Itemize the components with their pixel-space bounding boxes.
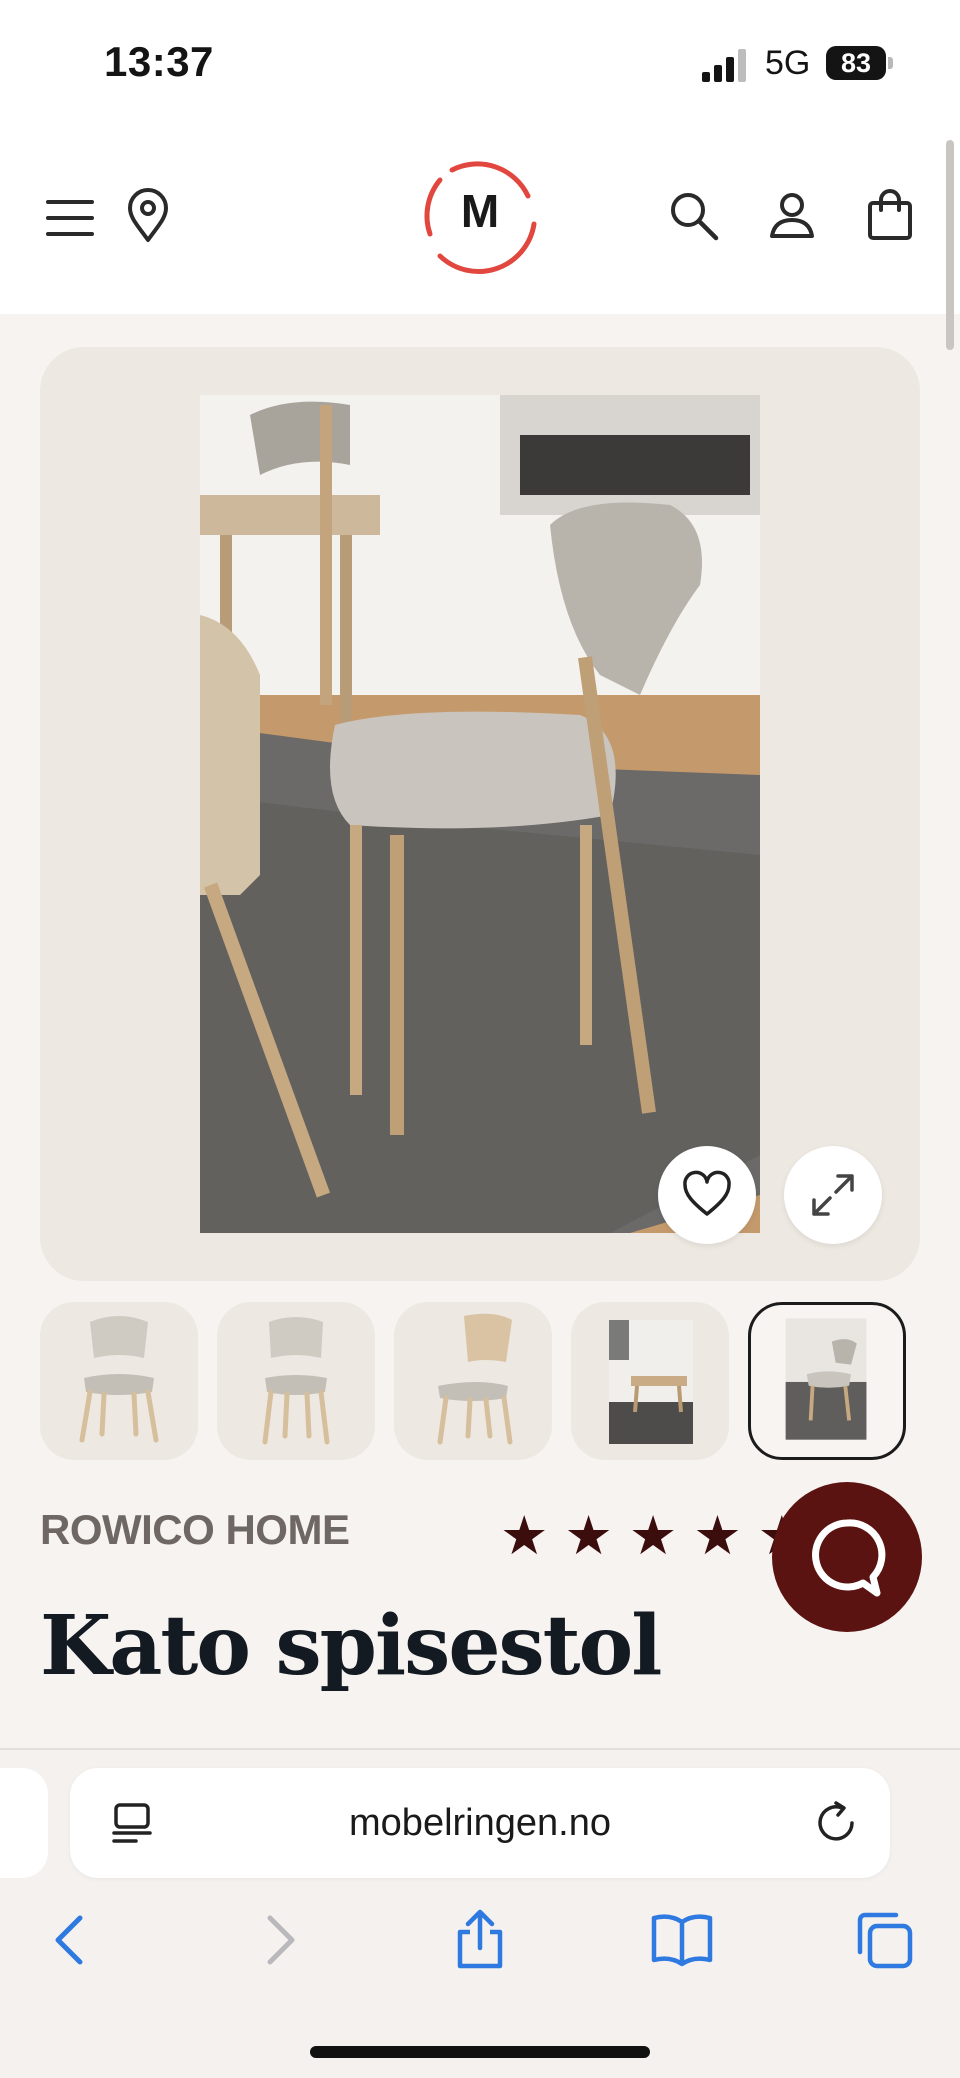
chair-photo-illustration xyxy=(200,395,760,1233)
thumbnail-4[interactable] xyxy=(571,1302,729,1460)
address-bar[interactable]: mobelringen.no xyxy=(70,1768,890,1878)
heart-icon xyxy=(683,1170,731,1216)
battery-level: 83 xyxy=(840,48,872,78)
chair-photo-thumbnail xyxy=(785,1318,867,1440)
share-icon[interactable] xyxy=(448,1908,512,1972)
status-time: 13:37 xyxy=(104,38,214,85)
reload-icon[interactable] xyxy=(812,1799,860,1847)
product-title: Kato spisestol xyxy=(40,1598,662,1694)
back-icon[interactable] xyxy=(40,1908,104,1972)
thumbnail-5[interactable] xyxy=(748,1302,906,1460)
expand-image-button[interactable] xyxy=(784,1146,882,1244)
menu-icon[interactable] xyxy=(42,190,98,246)
tabs-icon[interactable] xyxy=(852,1908,916,1972)
previous-tab-edge[interactable] xyxy=(0,1768,48,1878)
search-icon[interactable] xyxy=(666,188,722,244)
network-label: 5G xyxy=(765,44,811,82)
chair-front-thumbnail xyxy=(79,1316,159,1443)
site-header: M xyxy=(0,126,960,314)
signal-icon xyxy=(702,49,746,82)
user-icon[interactable] xyxy=(764,188,820,244)
thumbnail-1[interactable] xyxy=(40,1302,198,1460)
page-scrollbar[interactable] xyxy=(946,140,954,350)
status-bar: 13:37 5G 83 xyxy=(0,0,960,126)
site-logo[interactable]: M xyxy=(418,152,542,276)
product-photo[interactable] xyxy=(200,395,760,1233)
battery-icon: 83 xyxy=(826,46,894,80)
chat-button[interactable] xyxy=(772,1482,922,1632)
room-thumbnail xyxy=(609,1320,693,1444)
location-pin-icon[interactable] xyxy=(120,188,176,244)
url-text[interactable]: mobelringen.no xyxy=(70,1802,890,1845)
bookmarks-icon[interactable] xyxy=(650,1908,714,1972)
chair-back-thumbnail xyxy=(437,1313,513,1445)
chair-front-thumbnail xyxy=(262,1317,330,1445)
product-brand[interactable]: ROWICO HOME xyxy=(40,1506,350,1554)
home-indicator[interactable] xyxy=(310,2046,650,2058)
favorite-button[interactable] xyxy=(658,1146,756,1244)
logo-letter: M xyxy=(460,185,500,237)
forward-icon[interactable] xyxy=(246,1908,310,1972)
shopping-bag-icon[interactable] xyxy=(862,186,918,242)
thumbnail-2[interactable] xyxy=(217,1302,375,1460)
chat-icon xyxy=(812,1519,886,1597)
expand-icon xyxy=(812,1174,854,1216)
thumbnail-3[interactable] xyxy=(394,1302,552,1460)
